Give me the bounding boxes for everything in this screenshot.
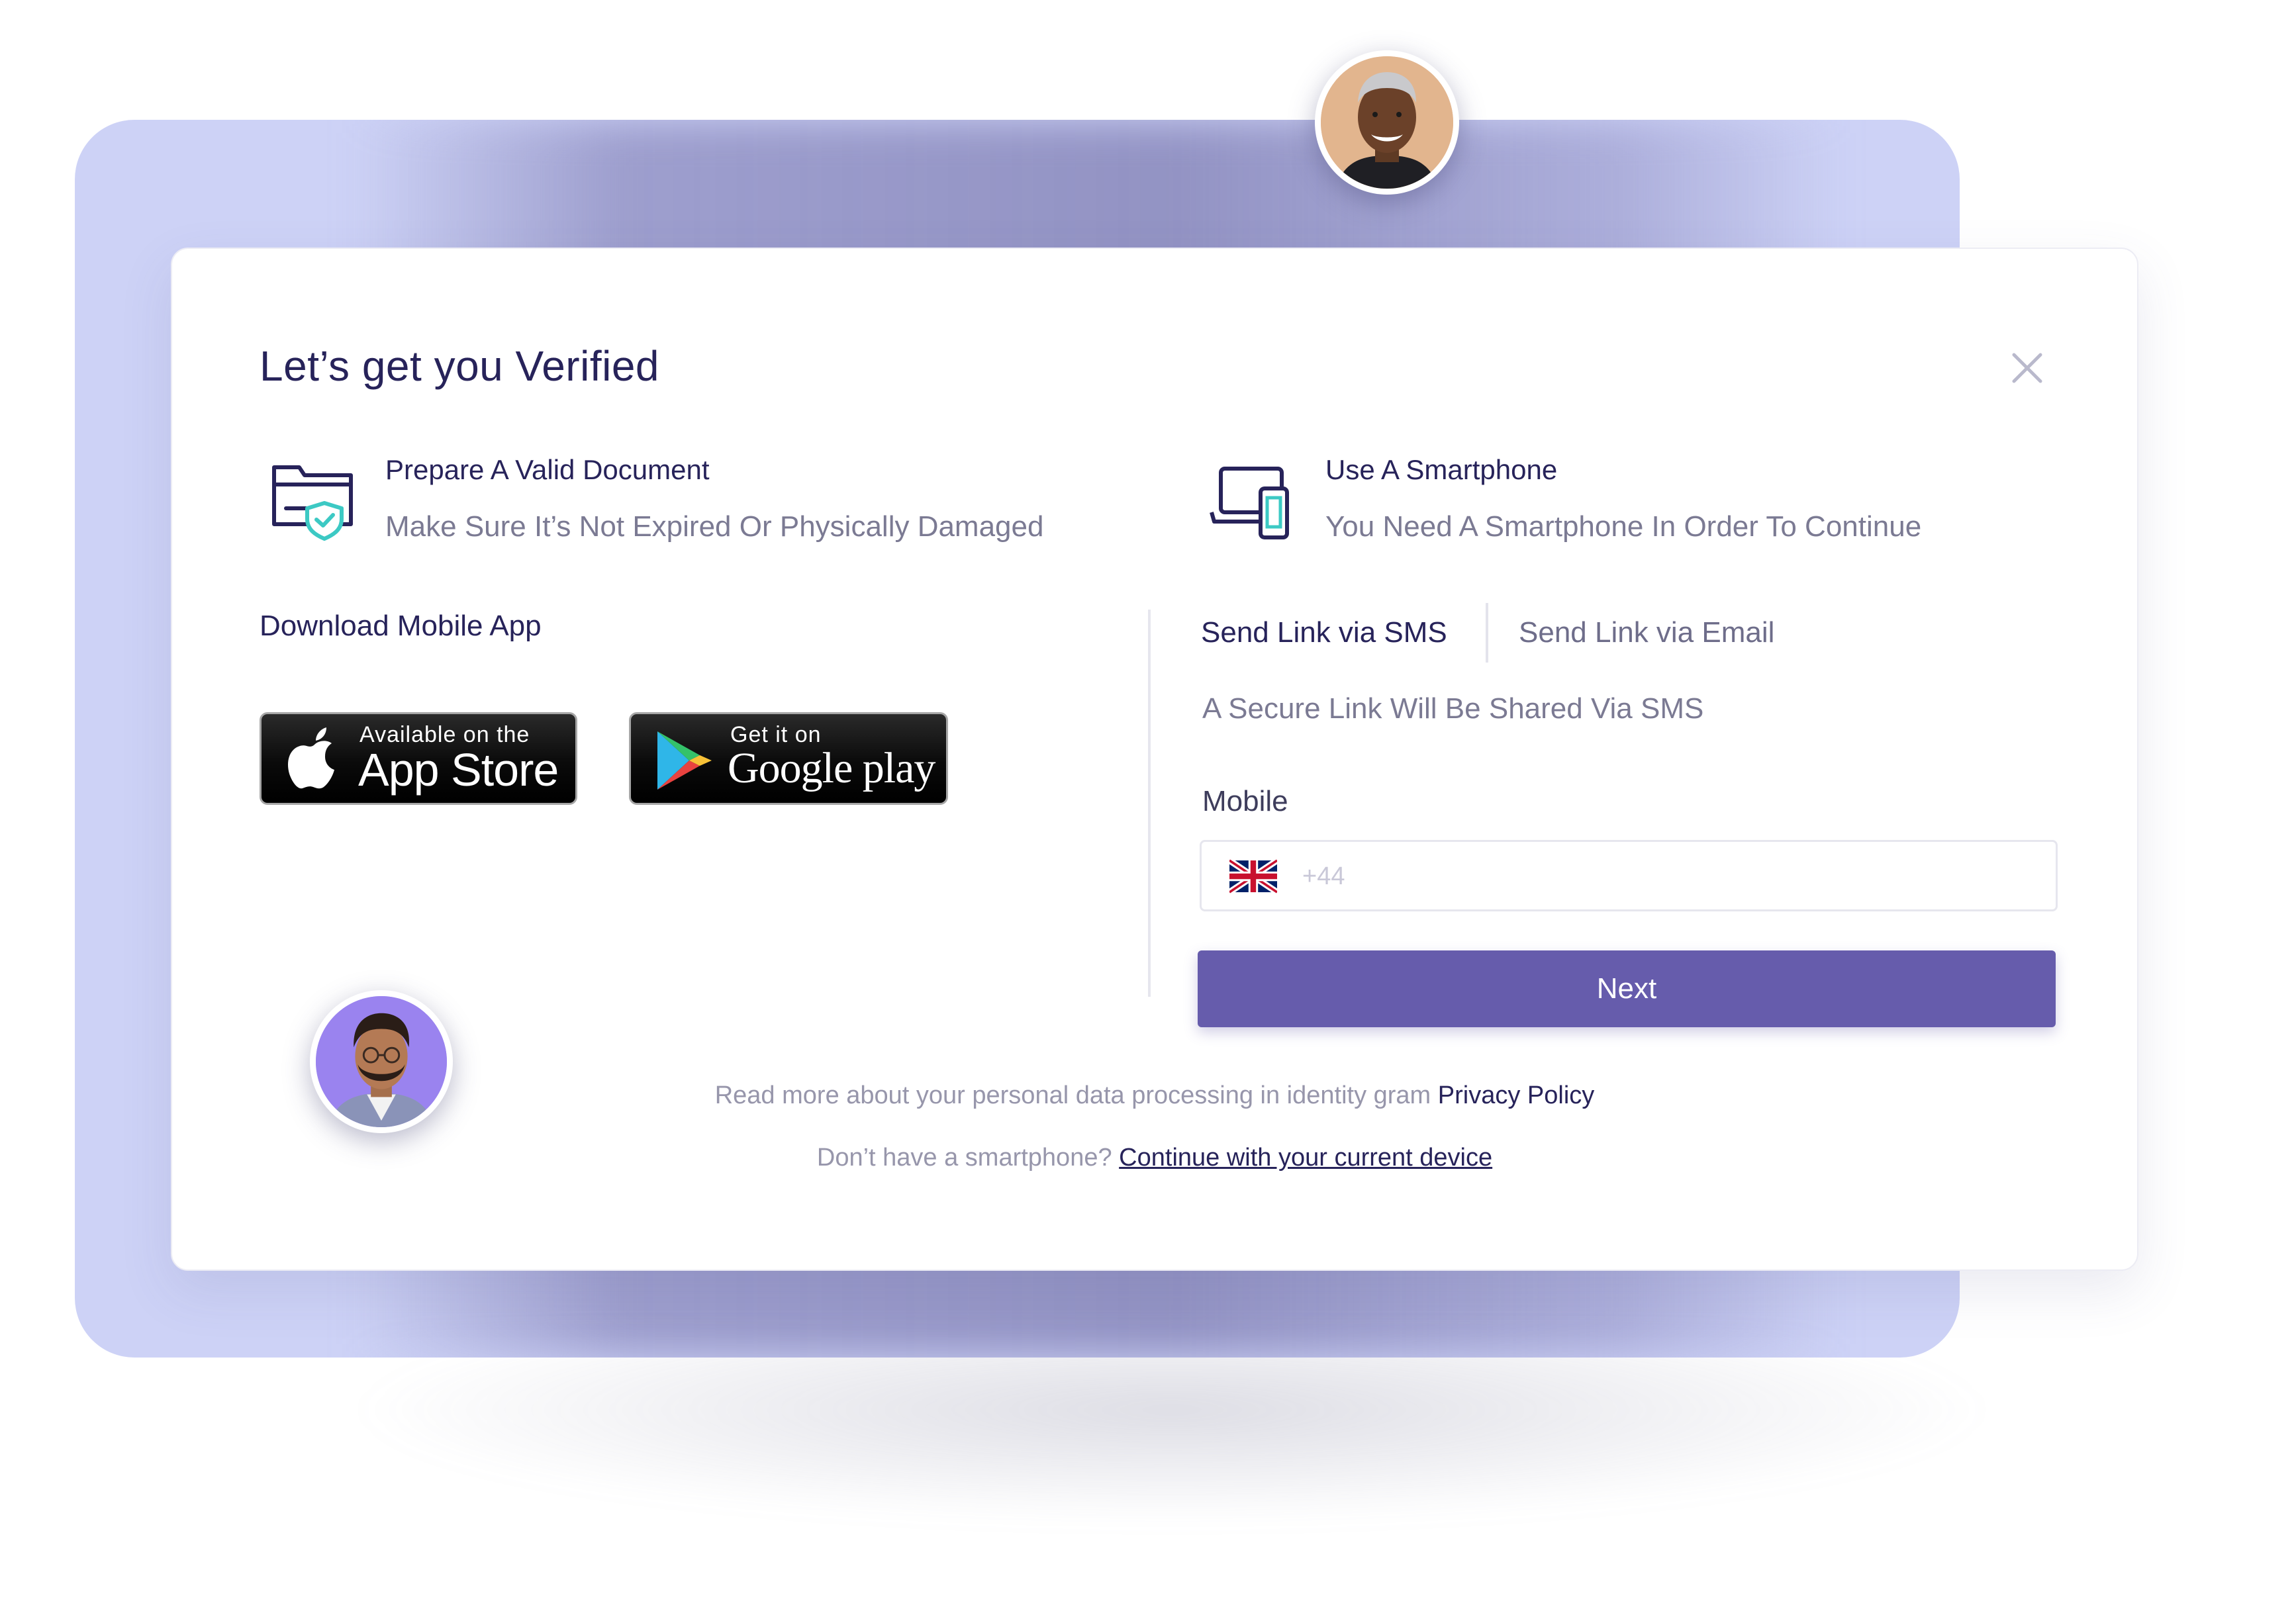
requirement-description: You Need A Smartphone In Order To Contin…	[1325, 510, 1922, 543]
stage: Let’s get you Verified Prepare A Valid D…	[0, 0, 2296, 1613]
app-store-big-label: App Store	[358, 744, 559, 796]
requirement-description: Make Sure It’s Not Expired Or Physically…	[385, 510, 1044, 543]
privacy-note: Read more about your personal data proce…	[172, 1082, 2137, 1110]
continue-current-device-link[interactable]: Continue with your current device	[1119, 1144, 1492, 1172]
requirement-heading: Use A Smartphone	[1325, 454, 1558, 485]
privacy-policy-link[interactable]: Privacy Policy	[1438, 1082, 1595, 1109]
devices-icon	[1206, 454, 1299, 550]
apple-icon	[288, 727, 334, 789]
requirement-heading: Prepare A Valid Document	[385, 454, 710, 485]
verification-dialog: Let’s get you Verified Prepare A Valid D…	[171, 248, 2138, 1271]
google-play-big-label: Google play	[728, 744, 935, 792]
avatar	[310, 990, 453, 1133]
close-icon[interactable]	[2009, 349, 2046, 387]
privacy-text: Read more about your personal data proce…	[714, 1082, 1431, 1109]
column-divider	[1148, 610, 1151, 997]
tab-send-email[interactable]: Send Link via Email	[1519, 603, 1774, 663]
google-play-button[interactable]: Get it on Google play	[629, 712, 948, 805]
no-smartphone-text: Don’t have a smartphone?	[816, 1144, 1112, 1172]
tab-separator	[1486, 603, 1488, 663]
no-smartphone-note: Don’t have a smartphone? Continue with y…	[172, 1144, 2137, 1172]
mobile-input[interactable]	[1301, 846, 2032, 907]
user-photo	[1321, 56, 1453, 189]
dialog-title: Let’s get you Verified	[260, 342, 659, 390]
avatar	[1315, 50, 1459, 195]
next-button[interactable]: Next	[1198, 950, 2056, 1027]
mobile-label: Mobile	[1202, 785, 1288, 817]
play-triangle-icon	[657, 731, 712, 790]
folder-shield-icon	[266, 454, 359, 550]
uk-flag-icon[interactable]	[1227, 858, 1279, 895]
app-store-button[interactable]: Available on the App Store	[260, 712, 577, 805]
secure-link-note: A Secure Link Will Be Shared Via SMS	[1202, 692, 1704, 725]
mobile-field[interactable]	[1200, 840, 2058, 911]
tab-send-sms[interactable]: Send Link via SMS	[1201, 603, 1447, 663]
download-title: Download Mobile App	[260, 610, 542, 642]
user-photo	[316, 996, 447, 1127]
